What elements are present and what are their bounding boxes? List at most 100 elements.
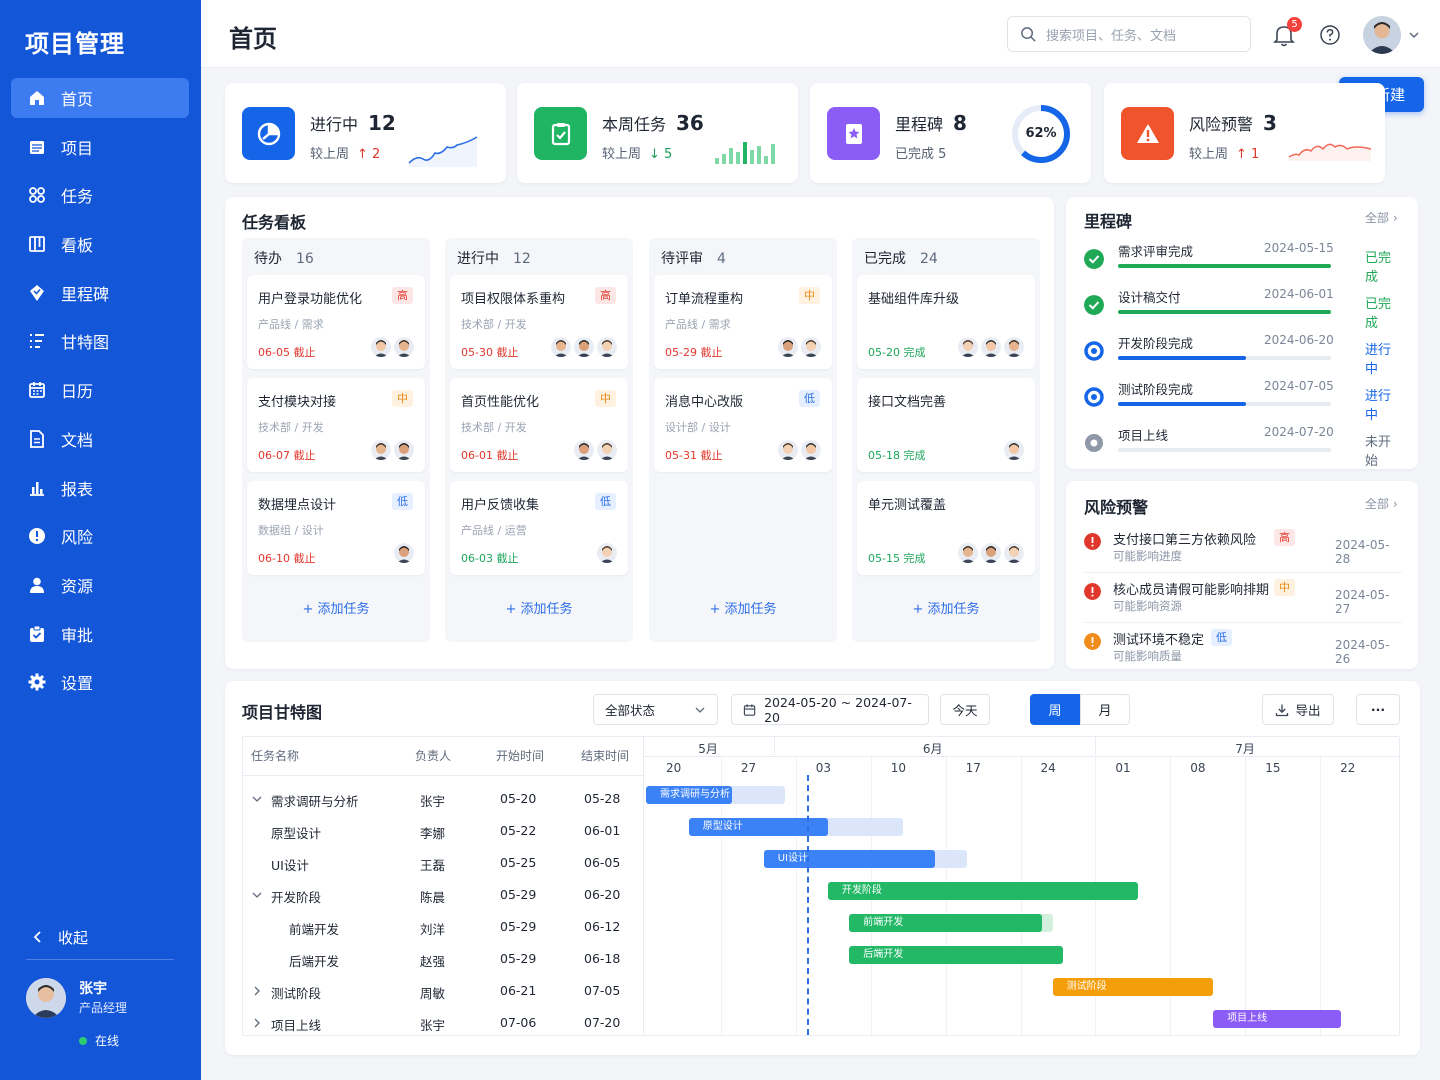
sidebar-item-board[interactable]: 看板 — [11, 224, 189, 264]
in-progress-circle-icon — [1084, 387, 1104, 407]
sidebar-item-calendar[interactable]: 日历 — [11, 370, 189, 410]
task-card[interactable]: 数据埋点设计 低数据组 / 设计 06-10 截止 — [247, 481, 425, 575]
add-task-button[interactable]: + 添加任务 — [649, 598, 837, 617]
user-status: 在线 — [79, 1032, 119, 1049]
milestone-item[interactable]: 需求评审完成 2024-05-15 已完成 — [1084, 239, 1402, 285]
avatar[interactable] — [1363, 16, 1401, 54]
gantt-bar[interactable]: 项目上线 — [1213, 1010, 1342, 1028]
chevron-down-icon — [695, 707, 705, 713]
gantt-bar[interactable]: 开发阶段 — [827, 882, 1139, 900]
sidebar-item-folder[interactable]: 项目 — [11, 127, 189, 167]
risk-item[interactable]: 支付接口第三方依赖风险 高可能影响进度 2024-05-28 — [1084, 529, 1402, 579]
gantt-table-row[interactable]: 开发阶段 陈晨 05-29 06-20 — [243, 879, 643, 911]
stat-card-milestones[interactable]: 里程碑 8 已完成 5 62% — [810, 83, 1091, 183]
date-range-picker[interactable]: 2024-05-20 ~ 2024-07-20 — [731, 694, 929, 725]
task-due: 05-20 完成 — [868, 346, 926, 359]
milestone-status: 未开始 — [1365, 435, 1392, 469]
stat-card-in-progress[interactable]: 进行中 12 较上周 ↑ 2 — [225, 83, 506, 183]
stat-card-weekly-tasks[interactable]: 本周任务 36 较上周 ↓ 5 — [517, 83, 798, 183]
task-due: 06-01 截止 — [461, 449, 519, 462]
collapse-button[interactable]: 收起 — [30, 924, 175, 950]
risk-title: 风险预警 — [1084, 498, 1149, 517]
gantt-task-end: 06-12 — [584, 919, 621, 934]
sidebar-item-task[interactable]: 任务 — [11, 175, 189, 215]
sidebar-item-gantt[interactable]: 甘特图 — [11, 321, 189, 361]
risk-item[interactable]: 核心成员请假可能影响排期中可能影响资源 2024-05-27 — [1084, 579, 1402, 629]
task-card[interactable]: 订单流程重构 中产品线 / 需求 05-29 截止 — [654, 275, 832, 369]
chevron-down-icon[interactable] — [1407, 28, 1421, 42]
task-due: 05-29 截止 — [665, 346, 723, 359]
milestone-progress-bar — [1118, 402, 1331, 406]
task-card[interactable]: 用户登录功能优化 高产品线 / 需求 06-05 截止 — [247, 275, 425, 369]
sidebar-user[interactable]: 张宇 产品经理 — [26, 978, 186, 1018]
gantt-table-row[interactable]: 项目上线 张宇 07-06 07-20 — [243, 1007, 643, 1039]
risk-item[interactable]: 测试环境不稳定低可能影响质量 2024-05-26 — [1084, 629, 1402, 679]
stat-card-risk-alerts[interactable]: 风险预警 3 较上周 ↑ 1 — [1104, 83, 1385, 183]
gantt-table-row[interactable]: 前端开发 刘洋 05-29 06-12 — [243, 911, 643, 943]
task-card[interactable]: 消息中心改版 低设计部 / 设计 05-31 截止 — [654, 378, 832, 472]
task-card[interactable]: 项目权限体系重构 高技术部 / 开发 05-30 截止 — [450, 275, 628, 369]
add-task-button[interactable]: + 添加任务 — [242, 598, 430, 617]
chevron-right-icon[interactable] — [251, 1017, 263, 1029]
milestone-item[interactable]: 项目上线 2024-07-20 未开始 — [1084, 423, 1402, 469]
gantt-table-row[interactable]: 测试阶段 周敏 06-21 07-05 — [243, 975, 643, 1007]
gantt-bar[interactable]: UI设计 — [763, 850, 935, 868]
more-options-button[interactable]: ··· — [1356, 694, 1400, 725]
risk-impact: 可能影响资源 — [1113, 599, 1182, 613]
sidebar-item-gear[interactable]: 设置 — [11, 662, 189, 702]
chevron-down-icon[interactable] — [251, 793, 263, 805]
gantt-bar[interactable]: 测试阶段 — [1052, 978, 1214, 996]
status-filter-select[interactable]: 全部状态 — [593, 694, 718, 725]
task-assignees — [391, 543, 414, 563]
sidebar-item-risk[interactable]: 风险 — [11, 516, 189, 556]
task-card[interactable]: 用户反馈收集 低产品线 / 运营 06-03 截止 — [450, 481, 628, 575]
risk-more-link[interactable]: 全部 › — [1365, 495, 1398, 512]
task-card[interactable]: 基础组件库升级 05-20 完成 — [857, 275, 1035, 369]
milestone-item[interactable]: 测试阶段完成 2024-07-05 进行中 — [1084, 377, 1402, 423]
add-task-button[interactable]: + 添加任务 — [852, 598, 1040, 617]
today-button[interactable]: 今天 — [940, 694, 990, 725]
task-card[interactable]: 支付模块对接 中技术部 / 开发 06-07 截止 — [247, 378, 425, 472]
sidebar-item-home[interactable]: 首页 — [11, 78, 189, 118]
avatar — [778, 337, 798, 357]
sidebar-item-milestone[interactable]: 里程碑 — [11, 273, 189, 313]
sidebar-item-document[interactable]: 文档 — [11, 419, 189, 459]
task-card[interactable]: 单元测试覆盖 05-15 完成 — [857, 481, 1035, 575]
export-button[interactable]: 导出 — [1262, 694, 1334, 725]
task-meta: 技术部 / 开发 — [258, 421, 324, 434]
sidebar-item-user[interactable]: 资源 — [11, 565, 189, 605]
gantt-task-end: 06-01 — [584, 823, 621, 838]
gantt-table-row[interactable]: 后端开发 赵强 05-29 06-18 — [243, 943, 643, 975]
gantt-bar[interactable]: 前端开发 — [849, 914, 1042, 932]
sidebar-item-approval[interactable]: 审批 — [11, 614, 189, 654]
avatar — [981, 337, 1001, 357]
gantt-bar[interactable]: 后端开发 — [849, 946, 1064, 964]
milestone-item[interactable]: 设计稿交付 2024-06-01 已完成 — [1084, 285, 1402, 331]
view-week-button[interactable]: 周 — [1030, 694, 1080, 725]
gantt-bar[interactable]: 需求调研与分析 — [646, 786, 732, 804]
milestone-item[interactable]: 开发阶段完成 2024-06-20 进行中 — [1084, 331, 1402, 377]
notification-button[interactable]: 5 — [1271, 17, 1302, 48]
gantt-week-label: 01 — [1115, 761, 1131, 775]
gantt-table-row[interactable]: 原型设计 李娜 05-22 06-01 — [243, 815, 643, 847]
stat-label: 里程碑 8 — [895, 111, 967, 135]
priority-badge: 低 — [799, 390, 820, 407]
chevron-down-icon[interactable] — [251, 889, 263, 901]
gantt-task-owner: 陈晨 — [420, 890, 446, 905]
milestone-name: 需求评审完成 — [1118, 244, 1194, 259]
check-circle-icon — [1084, 249, 1104, 269]
gantt-table-row[interactable]: 需求调研与分析 张宇 05-20 05-28 — [243, 783, 643, 815]
board-column-count: 12 — [513, 251, 531, 267]
milestone-more-link[interactable]: 全部 › — [1365, 209, 1398, 226]
task-card[interactable]: 首页性能优化 中技术部 / 开发 06-01 截止 — [450, 378, 628, 472]
view-month-button[interactable]: 月 — [1080, 694, 1130, 725]
help-button[interactable] — [1319, 24, 1341, 46]
gantt-task-name: 项目上线 — [271, 1018, 322, 1033]
task-card[interactable]: 接口文档完善 05-18 完成 — [857, 378, 1035, 472]
gantt-table-row[interactable]: UI设计 王磊 05-25 06-05 — [243, 847, 643, 879]
sidebar-item-chart[interactable]: 报表 — [11, 468, 189, 508]
search-input[interactable]: 搜索项目、任务、文档 — [1007, 16, 1251, 52]
avatar — [574, 337, 594, 357]
chevron-right-icon[interactable] — [251, 985, 263, 997]
add-task-button[interactable]: + 添加任务 — [445, 598, 633, 617]
